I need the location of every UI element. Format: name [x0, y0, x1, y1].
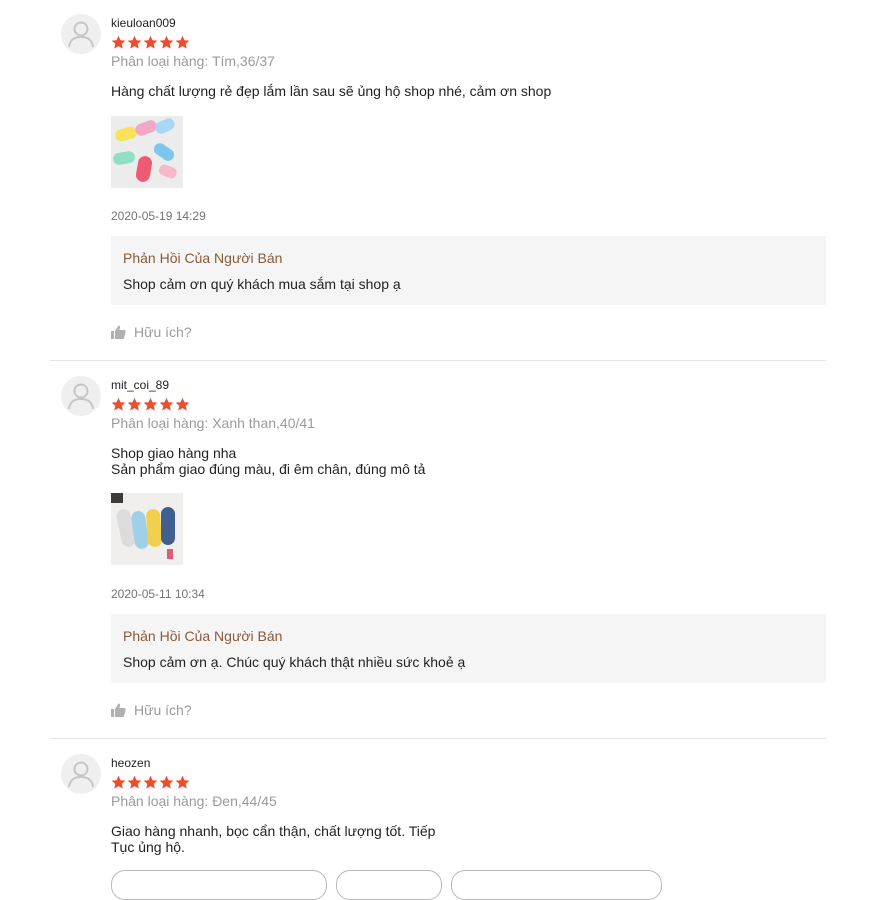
- star-icon: [159, 775, 174, 789]
- review-tag-chip[interactable]: [336, 870, 442, 900]
- helpful-label: Hữu ích?: [134, 324, 192, 340]
- review-comment: Giao hàng nhanh, bọc cẩn thận, chất lượn…: [111, 823, 436, 855]
- seller-reply-text: Shop cảm ơn ạ. Chúc quý khách thật nhiều…: [123, 654, 466, 670]
- review-tag-chip[interactable]: [111, 870, 327, 900]
- thumbs-up-icon: [111, 325, 126, 339]
- star-icon: [175, 775, 190, 789]
- helpful-button[interactable]: Hữu ích?: [111, 322, 192, 342]
- product-variation: Phân loại hàng: Tím,36/37: [111, 53, 275, 69]
- user-avatar-icon[interactable]: [61, 376, 101, 416]
- seller-reply: Phản Hồi Của Người Bán Shop cảm ơn quý k…: [111, 236, 826, 305]
- star-icon: [111, 35, 126, 49]
- review-divider: [50, 360, 826, 361]
- star-icon: [127, 775, 142, 789]
- seller-reply-text: Shop cảm ơn quý khách mua sắm tại shop ạ: [123, 276, 401, 292]
- rating-stars: [111, 35, 190, 51]
- review-photo[interactable]: [111, 116, 183, 188]
- rating-stars: [111, 397, 190, 413]
- slippers-photo: [111, 493, 183, 565]
- star-icon: [175, 397, 190, 411]
- thumbs-up-icon: [111, 703, 126, 717]
- star-icon: [159, 35, 174, 49]
- star-icon: [143, 397, 158, 411]
- review-tag-chip[interactable]: [451, 870, 662, 900]
- review-timestamp: 2020-05-11 10:34: [111, 587, 205, 601]
- helpful-label: Hữu ích?: [134, 702, 192, 718]
- review-timestamp: 2020-05-19 14:29: [111, 209, 206, 223]
- star-icon: [159, 397, 174, 411]
- seller-reply: Phản Hồi Của Người Bán Shop cảm ơn ạ. Ch…: [111, 614, 826, 683]
- star-icon: [111, 775, 126, 789]
- star-icon: [127, 397, 142, 411]
- review-item: mit_coi_89 Phân loại hàng: Xanh than,40/…: [50, 362, 826, 738]
- user-avatar-icon[interactable]: [61, 754, 101, 794]
- review-item: kieuloan009 Phân loại hàng: Tím,36/37 Hà…: [50, 0, 826, 360]
- review-item: heozen Phân loại hàng: Đen,44/45 Giao hà…: [50, 740, 826, 876]
- seller-reply-title: Phản Hồi Của Người Bán: [123, 250, 283, 266]
- star-icon: [143, 35, 158, 49]
- star-icon: [111, 397, 126, 411]
- review-username[interactable]: kieuloan009: [111, 16, 176, 30]
- star-icon: [143, 775, 158, 789]
- review-username[interactable]: heozen: [111, 756, 150, 770]
- review-comment: Hàng chất lượng rẻ đẹp lắm lần sau sẽ ủn…: [111, 83, 552, 99]
- product-variation: Phân loại hàng: Xanh than,40/41: [111, 415, 315, 431]
- review-photo[interactable]: [111, 493, 183, 565]
- rating-stars: [111, 775, 190, 791]
- review-divider: [50, 738, 826, 739]
- review-comment: Shop giao hàng nha Sản phẩm giao đúng mà…: [111, 445, 426, 477]
- pastel-slippers-photo: [111, 116, 183, 188]
- user-avatar-icon[interactable]: [61, 14, 101, 54]
- helpful-button[interactable]: Hữu ích?: [111, 700, 192, 720]
- seller-reply-title: Phản Hồi Của Người Bán: [123, 628, 283, 644]
- review-username[interactable]: mit_coi_89: [111, 378, 169, 392]
- star-icon: [127, 35, 142, 49]
- star-icon: [175, 35, 190, 49]
- product-variation: Phân loại hàng: Đen,44/45: [111, 793, 277, 809]
